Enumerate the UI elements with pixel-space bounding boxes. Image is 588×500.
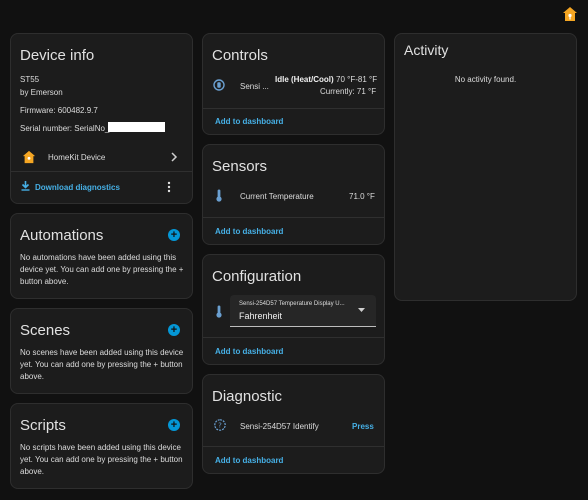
sensors-divider: [203, 217, 384, 218]
automations-title: Automations: [20, 227, 104, 244]
device-info-title: Device info: [20, 47, 95, 64]
scripts-card: Scripts + No scripts have been added usi…: [10, 403, 193, 489]
diagnostic-card: Diagnostic ? Sensi-254D57 Identify Press…: [202, 374, 385, 474]
device-serial: Serial number: SerialNo_: [20, 124, 110, 133]
download-diagnostics-label: Download diagnostics: [35, 183, 120, 192]
scenes-title: Scenes: [20, 322, 71, 339]
diagnostic-divider: [203, 446, 384, 447]
svg-text:?: ?: [218, 422, 222, 430]
diagnostic-add-to-dashboard[interactable]: Add to dashboard: [215, 456, 283, 465]
add-automation-button[interactable]: +: [168, 229, 180, 241]
select-value: Fahrenheit: [239, 311, 283, 321]
device-firmware: Firmware: 600482.9.7: [20, 106, 98, 115]
homekit-home-icon: [22, 150, 36, 164]
current-temperature-label: Current Temperature: [240, 192, 314, 201]
configuration-title: Configuration: [212, 268, 302, 285]
configuration-divider: [203, 337, 384, 338]
homekit-device-row[interactable]: HomeKit Device: [11, 146, 194, 168]
select-label: Sensi-254D57 Temperature Display U...: [239, 301, 345, 307]
homekit-device-label: HomeKit Device: [48, 153, 106, 162]
sensors-title: Sensors: [212, 158, 268, 175]
more-vert-icon[interactable]: [166, 181, 172, 193]
controls-title: Controls: [212, 47, 268, 64]
chevron-right-icon: [171, 152, 178, 162]
current-temperature-row[interactable]: Current Temperature 71.0 °F: [203, 187, 386, 205]
add-scene-button[interactable]: +: [168, 324, 180, 336]
controls-add-to-dashboard[interactable]: Add to dashboard: [215, 117, 283, 126]
device-model: ST55: [20, 75, 40, 84]
thermometer-icon: [216, 189, 222, 202]
thermostat-name: Sensi ...: [240, 82, 269, 91]
current-temperature-value: 71.0 °F: [349, 192, 375, 201]
scripts-title: Scripts: [20, 417, 66, 434]
activity-empty-text: No activity found.: [454, 75, 517, 84]
device-info-card: Device info ST55 by Emerson Firmware: 60…: [10, 33, 193, 204]
controls-divider: [203, 108, 384, 109]
identify-press-button[interactable]: Press: [352, 422, 374, 431]
activity-title: Activity: [404, 42, 449, 58]
help-circle-icon: ?: [214, 419, 226, 431]
thermostat-current: Currently: 71 °F: [320, 87, 377, 96]
automations-empty-text: No automations have been added using thi…: [20, 253, 184, 286]
diagnostic-title: Diagnostic: [212, 388, 283, 405]
sensors-add-to-dashboard[interactable]: Add to dashboard: [215, 227, 283, 236]
sensors-card: Sensors Current Temperature 71.0 °F Add …: [202, 144, 385, 245]
identify-row: ? Sensi-254D57 Identify Press: [203, 417, 386, 435]
activity-card: Activity No activity found.: [394, 33, 577, 301]
download-diagnostics-button[interactable]: Download diagnostics: [19, 178, 139, 196]
home-icon[interactable]: [562, 6, 578, 22]
device-manufacturer: by Emerson: [20, 88, 63, 97]
add-script-button[interactable]: +: [168, 419, 180, 431]
configuration-add-to-dashboard[interactable]: Add to dashboard: [215, 347, 283, 356]
serial-redaction: [108, 122, 165, 132]
thermostat-range: 70 °F-81 °F: [336, 75, 378, 84]
temperature-display-unit-select[interactable]: Sensi-254D57 Temperature Display U... Fa…: [230, 295, 376, 327]
controls-card: Controls Sensi ... Idle (Heat/Cool) 70 °…: [202, 33, 385, 135]
thermostat-row[interactable]: Sensi ... Idle (Heat/Cool) 70 °F-81 °F C…: [203, 72, 386, 100]
thermostat-icon: [213, 79, 225, 91]
configuration-card: Configuration Sensi-254D57 Temperature D…: [202, 254, 385, 365]
scripts-empty-text: No scripts have been added using this de…: [20, 443, 183, 476]
thermostat-state: Idle (Heat/Cool): [275, 75, 334, 84]
device-info-divider: [11, 171, 192, 172]
scenes-empty-text: No scenes have been added using this dev…: [20, 348, 184, 381]
dropdown-arrow-icon: [358, 308, 365, 312]
automations-card: Automations + No automations have been a…: [10, 213, 193, 299]
thermometer-icon: [216, 305, 222, 318]
identify-label: Sensi-254D57 Identify: [240, 422, 319, 431]
download-icon: [21, 181, 30, 191]
scenes-card: Scenes + No scenes have been added using…: [10, 308, 193, 394]
